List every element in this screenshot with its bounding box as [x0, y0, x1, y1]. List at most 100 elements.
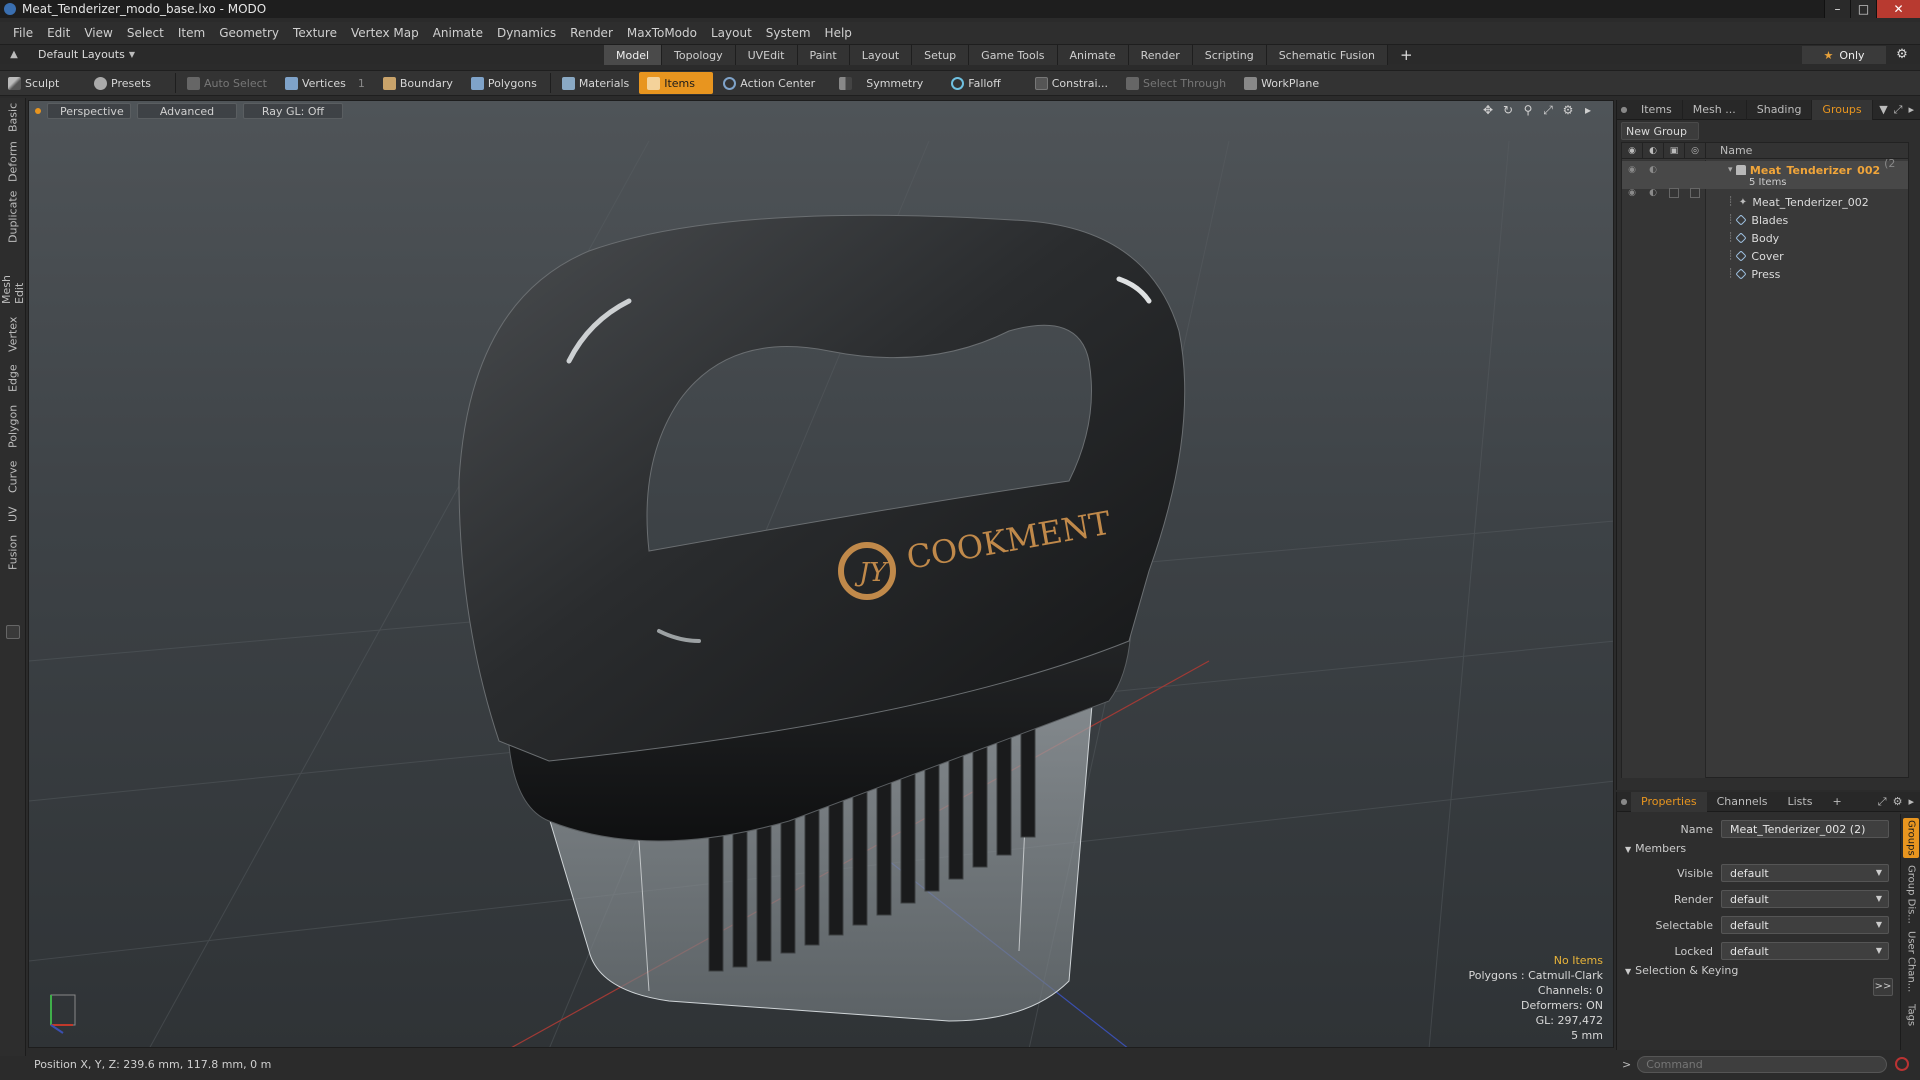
- left-tab-vertex[interactable]: Vertex: [3, 314, 23, 354]
- left-tab-fusion[interactable]: Fusion: [3, 532, 23, 572]
- tab-schematic-fusion[interactable]: Schematic Fusion: [1266, 45, 1389, 65]
- menu-item[interactable]: Item: [171, 26, 212, 40]
- auto-select-button[interactable]: Auto Select: [179, 72, 275, 94]
- expand-panel-icon[interactable]: ⤢: [1894, 103, 1903, 117]
- zoom-icon[interactable]: ⚲: [1521, 103, 1535, 117]
- visibility-column-eye-icon[interactable]: ◉: [1622, 142, 1643, 159]
- tab-paint[interactable]: Paint: [797, 45, 850, 65]
- menu-help[interactable]: Help: [818, 26, 859, 40]
- layout-up-arrow-icon[interactable]: ▲: [8, 49, 20, 61]
- member-row[interactable]: ┊ Body: [1622, 229, 1908, 247]
- lock-column-icon[interactable]: ▣: [1664, 142, 1685, 159]
- command-input[interactable]: [1637, 1055, 1888, 1073]
- panel-menu-dot-icon[interactable]: ●: [1617, 105, 1631, 114]
- side-tab-group-display[interactable]: Group Dis...: [1903, 864, 1919, 924]
- visible-dropdown[interactable]: default ▼: [1721, 864, 1889, 882]
- tab-items[interactable]: Items: [1631, 99, 1683, 120]
- menu-file[interactable]: File: [6, 26, 40, 40]
- expand-panel-icon[interactable]: ⤢: [1878, 795, 1887, 809]
- member-row[interactable]: ┊ ✦ Meat_Tenderizer_002: [1622, 193, 1908, 211]
- rotate-icon[interactable]: ↻: [1501, 103, 1515, 117]
- group-name-field[interactable]: Meat_Tenderizer_002 (2): [1721, 820, 1889, 838]
- tab-channels[interactable]: Channels: [1707, 792, 1778, 812]
- symmetry-button[interactable]: Symmetry: [831, 72, 931, 94]
- chevron-down-icon[interactable]: ▼: [1879, 103, 1887, 117]
- tab-model[interactable]: Model: [604, 45, 663, 65]
- menu-layout[interactable]: Layout: [704, 26, 759, 40]
- maximize-button[interactable]: □: [1850, 0, 1876, 18]
- menu-texture[interactable]: Texture: [286, 26, 344, 40]
- selection-keying-section[interactable]: ▼ Selection & Keying: [1625, 964, 1738, 977]
- maximize-view-icon[interactable]: ⤢: [1541, 103, 1555, 117]
- render-dropdown[interactable]: default ▼: [1721, 890, 1889, 908]
- add-tab-plus-icon[interactable]: +: [1822, 792, 1851, 812]
- stop-command-icon[interactable]: [1895, 1057, 1910, 1071]
- falloff-button[interactable]: Falloff: [943, 72, 1008, 94]
- panel-arrow-icon[interactable]: ▸: [1908, 795, 1914, 809]
- tab-groups[interactable]: Groups: [1812, 99, 1873, 120]
- presets-button[interactable]: Presets: [86, 72, 170, 94]
- viewport-gear-icon[interactable]: ⚙: [1561, 103, 1575, 117]
- panel-menu-dot-icon[interactable]: ●: [1617, 797, 1631, 806]
- locked-dropdown[interactable]: default ▼: [1721, 942, 1889, 960]
- menu-animate[interactable]: Animate: [426, 26, 490, 40]
- side-tab-groups[interactable]: Groups: [1903, 818, 1919, 858]
- selectable-dropdown[interactable]: default ▼: [1721, 916, 1889, 934]
- left-tab-mesh-edit[interactable]: Mesh Edit: [0, 252, 26, 304]
- workplane-button[interactable]: WorkPlane: [1236, 72, 1327, 94]
- action-center-button[interactable]: Action Center: [715, 72, 823, 94]
- left-tab-uv[interactable]: UV: [3, 502, 23, 526]
- gear-icon[interactable]: ⚙: [1894, 47, 1910, 63]
- tab-lists[interactable]: Lists: [1778, 792, 1823, 812]
- expand-arrow-icon[interactable]: ▾: [1728, 165, 1733, 175]
- properties-gear-icon[interactable]: ⚙: [1893, 795, 1903, 809]
- select-column-icon[interactable]: ◎: [1685, 142, 1706, 159]
- strip-toggle-button[interactable]: [6, 625, 20, 639]
- tab-layout[interactable]: Layout: [849, 45, 913, 65]
- only-button[interactable]: ★ Only: [1802, 46, 1886, 64]
- panel-arrow-icon[interactable]: ▸: [1908, 103, 1914, 117]
- tab-properties[interactable]: Properties: [1631, 791, 1707, 812]
- materials-button[interactable]: Materials: [554, 72, 637, 94]
- tab-uvedit[interactable]: UVEdit: [735, 45, 798, 65]
- member-row[interactable]: ┊ Blades: [1622, 211, 1908, 229]
- sculpt-button[interactable]: Sculpt: [0, 72, 84, 94]
- left-tab-curve[interactable]: Curve: [3, 458, 23, 496]
- side-tab-tags[interactable]: Tags: [1903, 1000, 1919, 1030]
- vertices-button[interactable]: Vertices 1: [277, 72, 373, 94]
- left-tab-deform[interactable]: Deform: [3, 142, 23, 183]
- menu-maxtomodo[interactable]: MaxToModo: [620, 26, 704, 40]
- minimize-button[interactable]: –: [1824, 0, 1850, 18]
- menu-dynamics[interactable]: Dynamics: [490, 26, 563, 40]
- viewport-menu-arrow-icon[interactable]: ▸: [1581, 103, 1595, 117]
- menu-vertex-map[interactable]: Vertex Map: [344, 26, 426, 40]
- menu-select[interactable]: Select: [120, 26, 171, 40]
- tab-mesh[interactable]: Mesh ...: [1683, 99, 1747, 120]
- select-through-button[interactable]: Select Through: [1118, 72, 1234, 94]
- layout-selector[interactable]: ▲ Default Layouts ▼: [8, 48, 135, 61]
- menu-edit[interactable]: Edit: [40, 26, 77, 40]
- tab-scripting[interactable]: Scripting: [1192, 45, 1267, 65]
- member-row[interactable]: ┊ Press: [1622, 265, 1908, 283]
- member-row[interactable]: ┊ Cover: [1622, 247, 1908, 265]
- left-tab-basic[interactable]: Basic: [3, 102, 23, 132]
- shading-mode-button[interactable]: Advanced: [137, 103, 237, 119]
- left-tab-polygon[interactable]: Polygon: [3, 402, 23, 450]
- more-options-button[interactable]: >>: [1873, 978, 1893, 996]
- menu-view[interactable]: View: [77, 26, 119, 40]
- menu-render[interactable]: Render: [563, 26, 620, 40]
- pan-icon[interactable]: ✥: [1481, 103, 1495, 117]
- tab-setup[interactable]: Setup: [912, 45, 970, 65]
- boundary-button[interactable]: Boundary: [375, 72, 461, 94]
- left-tab-duplicate[interactable]: Duplicate: [3, 191, 23, 243]
- close-button[interactable]: ✕: [1876, 0, 1920, 18]
- constrain-button[interactable]: Constrai...: [1027, 72, 1116, 94]
- menu-geometry[interactable]: Geometry: [212, 26, 286, 40]
- tab-topology[interactable]: Topology: [662, 45, 736, 65]
- tab-game-tools[interactable]: Game Tools: [969, 45, 1058, 65]
- tab-shading[interactable]: Shading: [1747, 99, 1813, 120]
- render-column-icon[interactable]: ◐: [1643, 142, 1664, 159]
- menu-system[interactable]: System: [759, 26, 818, 40]
- tab-render[interactable]: Render: [1128, 45, 1193, 65]
- add-tab-plus-icon[interactable]: +: [1388, 45, 1425, 65]
